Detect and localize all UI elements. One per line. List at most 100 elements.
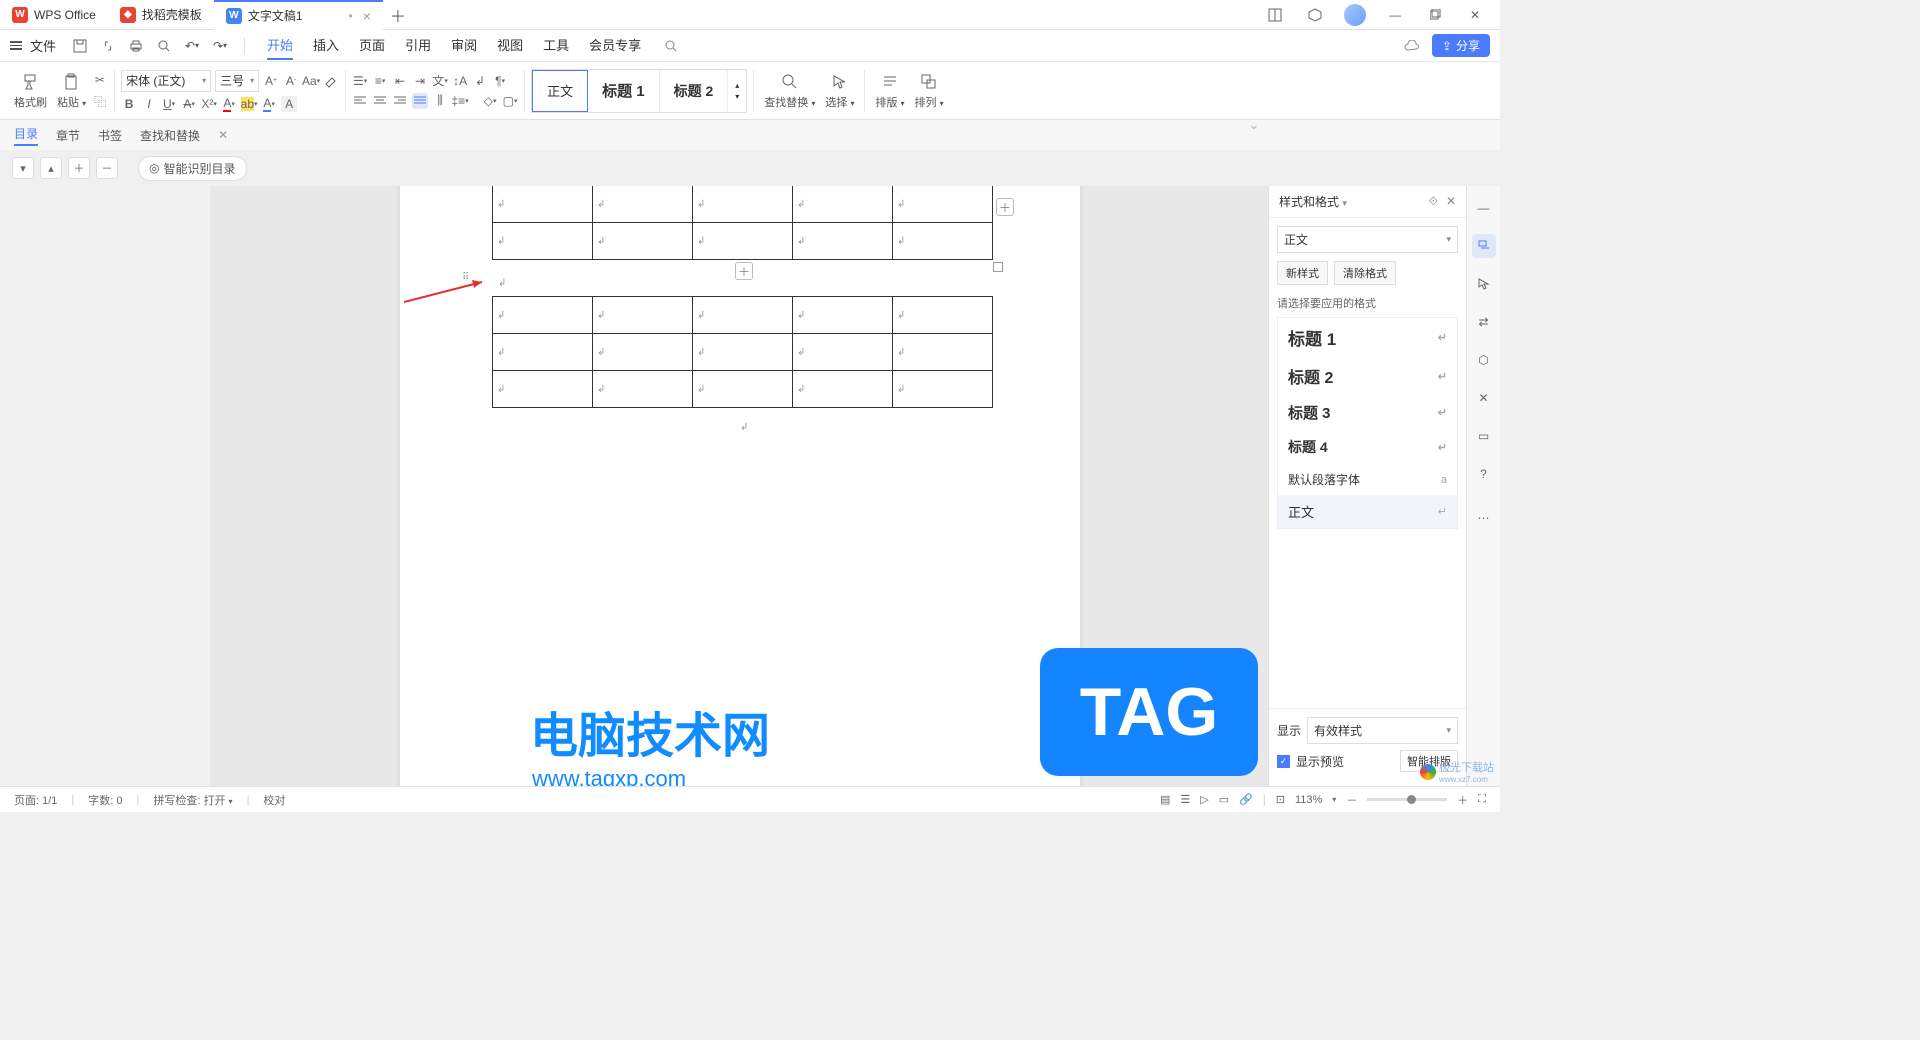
menu-tab-member[interactable]: 会员专享	[589, 31, 641, 60]
outline-collapse-button[interactable]: ▾	[12, 157, 34, 179]
file-menu[interactable]: 文件	[30, 36, 56, 55]
status-proof[interactable]: 校对	[263, 792, 285, 808]
underline-icon[interactable]: U▾	[161, 96, 177, 112]
font-size-select[interactable]: 三号▾	[215, 70, 259, 92]
strip-settings-icon[interactable]: ⇄	[1472, 310, 1496, 334]
preview-icon[interactable]	[152, 34, 176, 58]
number-list-icon[interactable]: ≡▾	[372, 73, 388, 89]
fill-color-icon[interactable]: ◇▾	[482, 93, 498, 109]
cut-icon[interactable]: ✂	[92, 72, 108, 88]
panel-close-icon[interactable]: ✕	[1446, 194, 1456, 209]
hamburger-icon[interactable]	[10, 41, 22, 50]
style-item-body[interactable]: 正文↵	[1278, 495, 1457, 528]
table-resize-handle[interactable]	[993, 262, 1003, 272]
pin-icon[interactable]: ⟐	[1428, 194, 1437, 209]
save-icon[interactable]	[68, 34, 92, 58]
user-avatar[interactable]	[1340, 0, 1370, 30]
subtab-chapter[interactable]: 章节	[56, 127, 80, 144]
border-icon[interactable]: ▢▾	[502, 93, 518, 109]
outline-expand-button[interactable]: ▴	[40, 157, 62, 179]
status-spell[interactable]: 拼写检查: 打开 ▾	[153, 792, 232, 808]
zoom-in-button[interactable]: ＋	[1457, 792, 1468, 808]
status-page[interactable]: 页面: 1/1	[14, 792, 57, 808]
strip-tools-icon[interactable]: ✕	[1472, 386, 1496, 410]
style-item-default[interactable]: 默认段落字体a	[1278, 464, 1457, 495]
paste-button[interactable]: 粘贴 ▾	[53, 70, 90, 112]
align-left-icon[interactable]	[352, 93, 368, 109]
italic-icon[interactable]: I	[141, 96, 157, 112]
zoom-slider[interactable]	[1367, 798, 1447, 801]
search-icon[interactable]	[659, 34, 683, 58]
view-page-icon[interactable]: ▤	[1160, 793, 1170, 806]
clear-format-icon[interactable]	[323, 73, 339, 89]
outline-remove-button[interactable]: －	[96, 157, 118, 179]
style-item-h3[interactable]: 标题 3↵	[1278, 395, 1457, 430]
view-link-icon[interactable]: 🔗	[1239, 793, 1253, 806]
subtab-bookmark[interactable]: 书签	[98, 127, 122, 144]
format-brush-button[interactable]: 格式刷	[10, 70, 51, 112]
line-break-icon[interactable]: ↲	[472, 73, 488, 89]
menu-tab-tools[interactable]: 工具	[543, 31, 569, 60]
print-icon[interactable]	[124, 34, 148, 58]
menu-tab-start[interactable]: 开始	[267, 31, 293, 60]
redo-icon[interactable]: ↷▾	[208, 34, 232, 58]
view-read-icon[interactable]: ▷	[1200, 793, 1208, 806]
style-item-h1[interactable]: 标题 1↵	[1278, 318, 1457, 357]
increase-indent-icon[interactable]: ⇥	[412, 73, 428, 89]
shading-icon[interactable]: A▾	[261, 96, 277, 112]
menu-tab-reference[interactable]: 引用	[405, 31, 431, 60]
align-center-icon[interactable]	[372, 93, 388, 109]
share-button[interactable]: ⇪分享	[1432, 34, 1490, 57]
subtab-close-icon[interactable]: ✕	[218, 128, 228, 142]
minimize-button[interactable]: —	[1380, 0, 1410, 30]
strip-collapse-icon[interactable]: —	[1472, 196, 1496, 220]
zoom-value[interactable]: 113%	[1295, 794, 1322, 806]
style-normal[interactable]: 正文	[532, 70, 588, 112]
tab-document[interactable]: W 文字文稿1 • ×	[214, 0, 383, 30]
view-web-icon[interactable]: ▭	[1219, 793, 1229, 806]
align-justify-icon[interactable]	[412, 93, 428, 109]
strip-more-icon[interactable]: ⋯	[1472, 506, 1496, 530]
table-2[interactable]: ↲↲↲↲↲ ↲↲↲↲↲ ↲↲↲↲↲	[492, 296, 993, 408]
change-case-icon[interactable]: Aa▾	[303, 73, 319, 89]
text-effects-icon[interactable]: A	[281, 96, 297, 112]
new-style-button[interactable]: 新样式	[1277, 261, 1328, 285]
style-gallery-more[interactable]: ▴▾	[728, 81, 746, 101]
bullet-list-icon[interactable]: ☰▾	[352, 73, 368, 89]
cube-icon[interactable]	[1300, 0, 1330, 30]
copy-icon[interactable]: ⿻	[92, 94, 108, 110]
close-button[interactable]: ✕	[1460, 0, 1490, 30]
line-spacing-icon[interactable]: ‡≡▾	[452, 93, 468, 109]
strip-clipboard-icon[interactable]: ▭	[1472, 424, 1496, 448]
style-heading2[interactable]: 标题 2	[660, 70, 729, 112]
subtab-findreplace[interactable]: 查找和替换	[140, 127, 200, 144]
find-replace-button[interactable]: 查找替换 ▾	[760, 70, 819, 112]
zoom-out-button[interactable]: －	[1346, 792, 1357, 808]
tab-close-icon[interactable]: ×	[363, 8, 371, 24]
strip-select-icon[interactable]	[1472, 272, 1496, 296]
clear-format-button[interactable]: 清除格式	[1334, 261, 1396, 285]
new-tab-button[interactable]: ＋	[383, 3, 413, 27]
menu-tab-insert[interactable]: 插入	[313, 31, 339, 60]
preview-checkbox[interactable]: ✓	[1277, 755, 1290, 768]
document-area[interactable]: ✥ ↲↲↲↲↲ ↲↲↲↲↲ ↲↲↲↲↲ ＋ ＋ ↲ ⠿ ↲↲↲↲↲ ↲↲↲↲↲ …	[210, 186, 1268, 786]
current-style-select[interactable]: 正文▾	[1277, 226, 1458, 253]
decrease-font-icon[interactable]: A-	[283, 73, 299, 89]
style-heading1[interactable]: 标题 1	[588, 70, 660, 112]
subtab-toc[interactable]: 目录	[14, 125, 38, 146]
decrease-indent-icon[interactable]: ⇤	[392, 73, 408, 89]
status-words[interactable]: 字数: 0	[88, 792, 122, 808]
ribbon-collapse-handle[interactable]	[1248, 116, 1268, 124]
tab-daoge[interactable]: ◆ 找稻壳模板	[108, 0, 214, 30]
font-name-select[interactable]: 宋体 (正文)▾	[121, 70, 211, 92]
outline-add-button[interactable]: ＋	[68, 157, 90, 179]
style-item-h2[interactable]: 标题 2↵	[1278, 357, 1457, 395]
menu-tab-view[interactable]: 视图	[497, 31, 523, 60]
select-button[interactable]: 选择 ▾	[821, 70, 858, 112]
layout-icon[interactable]	[1260, 0, 1290, 30]
highlight-icon[interactable]: ab▾	[241, 96, 257, 112]
table-add-col-button[interactable]: ＋	[996, 198, 1014, 216]
style-item-h4[interactable]: 标题 4↵	[1278, 430, 1457, 464]
link-icon[interactable]	[96, 34, 120, 58]
asian-layout-icon[interactable]: 文▾	[432, 73, 448, 89]
